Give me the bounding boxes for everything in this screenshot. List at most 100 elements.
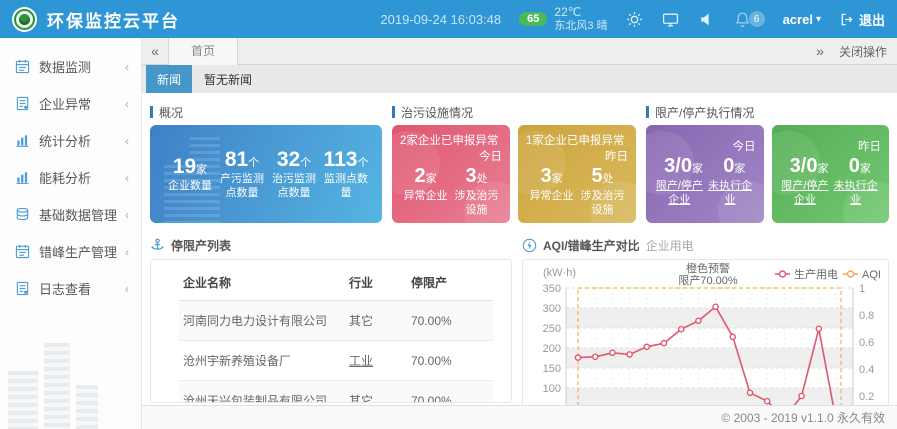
- column-restriction: 停限产: [407, 264, 493, 301]
- lightning-circle-icon: [522, 238, 537, 253]
- chevron-left-icon: ‹: [125, 134, 129, 148]
- non-executing-companies-link[interactable]: 未执行企业: [705, 179, 756, 208]
- svg-text:限产70.00%: 限产70.00%: [678, 273, 738, 287]
- restriction-percent-cell: 70.00%: [407, 341, 493, 381]
- logout-icon: [839, 12, 854, 27]
- restricted-companies-link[interactable]: 限产/停产企业: [780, 179, 831, 208]
- restricted-companies-link[interactable]: 限产/停产企业: [654, 179, 705, 208]
- stat-treatment-points: 32个 治污监测点数量: [268, 148, 320, 201]
- sidebar-item-label: 统计分析: [39, 131, 91, 150]
- tab-scroll-right-icon[interactable]: »: [807, 43, 833, 59]
- stat-company-count: 19家 企业数量: [164, 155, 216, 194]
- restriction-card-today: 今日 3/0家 0家 限产/停产企业 未执行企业: [646, 125, 764, 223]
- section-bar-icon: [150, 106, 153, 118]
- restriction-section-title: 限产/停产执行情况: [646, 103, 889, 121]
- svg-text:1: 1: [859, 283, 865, 295]
- news-message: 暂无新闻: [192, 65, 264, 93]
- table-row: 沧州天兴包装制品有限公司 其它 70.00%: [179, 381, 493, 404]
- svg-text:100: 100: [543, 383, 561, 395]
- sidebar-item-log-view[interactable]: 日志查看 ‹: [0, 270, 141, 307]
- calendar-icon: [15, 244, 30, 259]
- logout-button[interactable]: 退出: [839, 10, 885, 29]
- sidebar-item-offpeak-production[interactable]: 错峰生产管理 ‹: [0, 233, 141, 270]
- svg-text:橙色预警: 橙色预警: [686, 261, 730, 275]
- sidebar-item-data-monitoring[interactable]: 数据监测 ‹: [0, 48, 141, 85]
- table-header-row: 企业名称 行业 停限产: [179, 264, 493, 301]
- production-list-title: 停限产列表: [150, 235, 512, 255]
- industry-cell: 其它: [345, 301, 407, 341]
- sidebar-buildings-watermark: [0, 329, 140, 429]
- svg-text:0.4: 0.4: [859, 364, 874, 376]
- aqi-chart-card: 35030025020015010010.80.60.40.2(kW·h)橙色预…: [522, 259, 889, 405]
- restriction-percent-cell: 70.00%: [407, 381, 493, 404]
- treatment-card-yesterday: 1家企业已申报异常 昨日 3家 5处 异常企业 涉及治污设施: [518, 125, 636, 223]
- weather-widget: 65 22℃ 东北风3 晴: [519, 5, 607, 34]
- logout-label: 退出: [859, 10, 885, 29]
- copyright-label: © 2003 - 2019 v1.1.0 永久有效: [721, 409, 885, 426]
- aqi-badge: 65: [519, 12, 547, 26]
- document-icon: [15, 281, 30, 296]
- monitor-icon[interactable]: [662, 10, 680, 28]
- stat-monitor-points: 113个 监测点数量: [320, 148, 372, 201]
- user-menu[interactable]: acrel ▾: [783, 12, 821, 27]
- username-label: acrel: [783, 12, 813, 27]
- svg-text:生产用电: 生产用电: [794, 267, 838, 281]
- chevron-left-icon: ‹: [125, 171, 129, 185]
- sidebar-item-base-data[interactable]: 基础数据管理 ‹: [0, 196, 141, 233]
- company-name-cell: 沧州天兴包装制品有限公司: [179, 381, 345, 404]
- chevron-left-icon: ‹: [125, 60, 129, 74]
- aqi-production-chart: 35030025020015010010.80.60.40.2(kW·h)橙色预…: [523, 260, 889, 405]
- industry-link-cell[interactable]: 工业: [345, 341, 407, 381]
- database-icon: [15, 207, 30, 222]
- footer-bar: © 2003 - 2019 v1.1.0 永久有效: [142, 405, 897, 429]
- sidebar-item-company-anomaly[interactable]: 企业异常 ‹: [0, 85, 141, 122]
- news-bar: 新闻 暂无新闻: [142, 65, 897, 93]
- sidebar-item-energy-analysis[interactable]: 能耗分析 ‹: [0, 159, 141, 196]
- aqi-chart-title: AQI/错峰生产对比 企业用电: [522, 235, 889, 255]
- bar-chart-icon: [15, 133, 30, 148]
- chart-subtitle: 企业用电: [646, 237, 694, 254]
- sidebar-item-statistics[interactable]: 统计分析 ‹: [0, 122, 141, 159]
- svg-text:0.8: 0.8: [859, 310, 874, 322]
- table-row: 沧州宇新养殖设备厂 工业 70.00%: [179, 341, 493, 381]
- close-operations-menu[interactable]: 关闭操作: [833, 43, 897, 60]
- restriction-percent-cell: 70.00%: [407, 301, 493, 341]
- production-list-table: 企业名称 行业 停限产 河南同力电力设计有限公司 其它: [179, 264, 493, 403]
- bar-chart-icon: [15, 170, 30, 185]
- tab-bar: « 首页 » 关闭操作: [142, 38, 897, 65]
- document-icon: [15, 96, 30, 111]
- sun-weather-icon[interactable]: [626, 10, 644, 28]
- speaker-icon[interactable]: [698, 10, 716, 28]
- svg-text:350: 350: [543, 283, 561, 295]
- datetime-display: 2019-09-24 16:03:48: [380, 12, 501, 27]
- chevron-left-icon: ‹: [125, 245, 129, 259]
- non-executing-companies-link[interactable]: 未执行企业: [830, 179, 881, 208]
- svg-text:200: 200: [543, 343, 561, 355]
- tab-scroll-left-icon[interactable]: «: [142, 43, 168, 59]
- overview-stats-card: 19家 企业数量 81个 产污监测点数量 32个 治污监测点数量: [150, 125, 382, 223]
- table-row: 河南同力电力设计有限公司 其它 70.00%: [179, 301, 493, 341]
- dashboard-panels: 概况 19家 企业数量 81个 产污监测点数量: [142, 93, 897, 405]
- chevron-down-icon: ▾: [816, 14, 821, 25]
- industry-cell: 其它: [345, 381, 407, 404]
- temperature-label: 22℃: [554, 5, 607, 20]
- svg-text:250: 250: [543, 323, 561, 335]
- chevron-left-icon: ‹: [125, 97, 129, 111]
- restriction-card-yesterday: 昨日 3/0家 0家 限产/停产企业 未执行企业: [772, 125, 890, 223]
- chevron-left-icon: ‹: [125, 282, 129, 296]
- top-header: 环保监控云平台 2019-09-24 16:03:48 65 22℃ 东北风3 …: [0, 0, 897, 38]
- tab-home[interactable]: 首页: [168, 38, 238, 65]
- sidebar-item-label: 数据监测: [39, 57, 91, 76]
- company-name-cell: 河南同力电力设计有限公司: [179, 301, 345, 341]
- page-title: 环保监控云平台: [47, 7, 180, 32]
- company-name-cell: 沧州宇新养殖设备厂: [179, 341, 345, 381]
- calendar-icon: [15, 59, 30, 74]
- news-badge[interactable]: 新闻: [146, 65, 192, 93]
- section-bar-icon: [646, 106, 649, 118]
- overview-section-title: 概况: [150, 103, 382, 121]
- production-list-card: 企业名称 行业 停限产 河南同力电力设计有限公司 其它: [150, 259, 512, 403]
- sidebar-item-label: 企业异常: [39, 94, 91, 113]
- notifications-button[interactable]: 6: [734, 10, 765, 28]
- svg-text:0.6: 0.6: [859, 337, 874, 349]
- svg-text:150: 150: [543, 363, 561, 375]
